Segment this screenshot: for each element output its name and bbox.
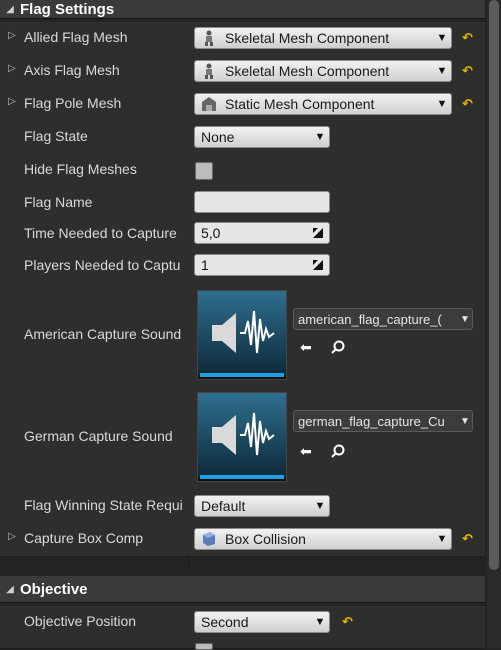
row-time-needed: Time Needed to Capture 5,0 bbox=[0, 218, 485, 251]
browse-search-icon[interactable] bbox=[330, 339, 346, 358]
reset-to-default-icon[interactable]: ↶ bbox=[462, 96, 473, 112]
use-selected-arrow-icon[interactable]: ⬅ bbox=[300, 339, 312, 356]
sound-wave-icon bbox=[198, 291, 286, 375]
property-label: Flag Name bbox=[24, 194, 93, 210]
row-allied-flag-mesh: ▷ Allied Flag Mesh Skeletal Mesh Compone… bbox=[0, 22, 485, 56]
row-axis-flag-mesh: ▷ Axis Flag Mesh Skeletal Mesh Component… bbox=[0, 55, 485, 89]
box-collision-icon bbox=[199, 531, 219, 547]
drag-resize-icon[interactable] bbox=[313, 260, 323, 270]
section-title: Flag Settings bbox=[20, 0, 115, 18]
section-header-objective[interactable]: ◢ Objective bbox=[0, 576, 485, 603]
flag-winning-state-combo[interactable]: Default ▼ bbox=[194, 495, 330, 517]
chevron-down-icon: ▼ bbox=[436, 533, 448, 545]
section-title: Objective bbox=[20, 580, 88, 598]
row-capture-box-comp: ▷ Capture Box Comp Box Collision ▼ ↶ bbox=[0, 523, 485, 557]
property-label: Time Needed to Capture bbox=[24, 225, 177, 241]
capture-box-comp-combo[interactable]: Box Collision ▼ bbox=[194, 528, 452, 550]
chevron-down-icon: ▼ bbox=[436, 32, 448, 44]
axis-flag-mesh-combo[interactable]: Skeletal Mesh Component ▼ bbox=[194, 60, 452, 82]
reset-to-default-icon[interactable]: ↶ bbox=[462, 531, 473, 547]
row-players-needed: Players Needed to Captu 1 bbox=[0, 250, 485, 283]
row-hide-flag-meshes: Hide Flag Meshes bbox=[0, 154, 485, 188]
collapse-triangle-icon[interactable]: ◢ bbox=[0, 584, 20, 595]
reset-to-default-icon[interactable]: ↶ bbox=[342, 614, 353, 630]
row-flag-winning-state: Flag Winning State Requi Default ▼ bbox=[0, 490, 485, 524]
objective-position-combo[interactable]: Second ▼ bbox=[194, 611, 330, 633]
drag-resize-icon[interactable] bbox=[313, 228, 323, 238]
allied-flag-mesh-combo[interactable]: Skeletal Mesh Component ▼ bbox=[194, 27, 452, 49]
german-sound-asset-combo[interactable]: german_flag_capture_Cu ▼ bbox=[293, 410, 473, 432]
chevron-down-icon: ▼ bbox=[314, 500, 326, 512]
property-label: Flag Winning State Requi bbox=[24, 497, 183, 513]
property-label: Objective Position bbox=[24, 613, 137, 629]
chevron-down-icon: ▼ bbox=[436, 65, 448, 77]
skeletal-mesh-icon bbox=[199, 63, 219, 79]
row-german-capture-sound: German Capture Sound german_flag_capture… bbox=[0, 384, 485, 491]
time-needed-input[interactable]: 5,0 bbox=[194, 222, 330, 244]
skeletal-mesh-icon bbox=[199, 30, 219, 46]
chevron-down-icon: ▼ bbox=[314, 616, 326, 628]
chevron-down-icon: ▼ bbox=[314, 131, 326, 143]
property-label: Players Needed to Captu bbox=[24, 257, 181, 273]
expand-arrow-icon[interactable]: ▷ bbox=[8, 96, 16, 107]
use-selected-arrow-icon[interactable]: ⬅ bbox=[300, 443, 312, 460]
row-flag-state: Flag State None ▼ bbox=[0, 121, 485, 155]
property-label: Flag State bbox=[24, 128, 88, 144]
browse-search-icon[interactable] bbox=[330, 443, 346, 462]
property-label: German Capture Sound bbox=[24, 428, 173, 444]
asset-type-bar bbox=[200, 475, 284, 479]
expand-arrow-icon[interactable]: ▷ bbox=[8, 63, 16, 74]
vertical-scrollbar[interactable] bbox=[487, 0, 501, 648]
property-label: Hide Flag Meshes bbox=[24, 161, 137, 177]
chevron-down-icon: ▼ bbox=[460, 313, 470, 325]
flag-state-combo[interactable]: None ▼ bbox=[194, 126, 330, 148]
reset-to-default-icon[interactable]: ↶ bbox=[462, 30, 473, 46]
partial-checkbox[interactable] bbox=[195, 643, 213, 650]
flag-name-input[interactable] bbox=[194, 191, 330, 213]
sound-asset-thumbnail[interactable] bbox=[197, 392, 287, 482]
property-label: American Capture Sound bbox=[24, 326, 182, 342]
sound-wave-icon bbox=[198, 393, 286, 477]
property-label: Allied Flag Mesh bbox=[24, 29, 128, 45]
property-label: Capture Box Comp bbox=[24, 530, 144, 546]
row-objective-position: Objective Position Second ▼ ↶ bbox=[0, 606, 485, 640]
players-needed-input[interactable]: 1 bbox=[194, 254, 330, 276]
sound-asset-thumbnail[interactable] bbox=[197, 290, 287, 380]
property-label: Axis Flag Mesh bbox=[24, 62, 120, 78]
collapse-triangle-icon[interactable]: ◢ bbox=[0, 4, 20, 15]
section-header-flag-settings[interactable]: ◢ Flag Settings bbox=[0, 0, 485, 19]
row-american-capture-sound: American Capture Sound american_flag_cap… bbox=[0, 282, 485, 385]
expand-arrow-icon[interactable]: ▷ bbox=[8, 531, 16, 542]
scrollbar-thumb[interactable] bbox=[489, 0, 499, 570]
flag-pole-mesh-combo[interactable]: Static Mesh Component ▼ bbox=[194, 93, 452, 115]
details-panel: ◢ Flag Settings ▷ Allied Flag Mesh Skele… bbox=[0, 0, 501, 650]
hide-flag-meshes-checkbox[interactable] bbox=[195, 162, 213, 180]
asset-type-bar bbox=[200, 373, 284, 377]
row-flag-pole-mesh: ▷ Flag Pole Mesh Static Mesh Component ▼… bbox=[0, 88, 485, 122]
american-sound-asset-combo[interactable]: american_flag_capture_( ▼ bbox=[293, 308, 473, 330]
property-label: Flag Pole Mesh bbox=[24, 95, 122, 111]
row-flag-name: Flag Name bbox=[0, 187, 485, 219]
expand-arrow-icon[interactable]: ▷ bbox=[8, 30, 16, 41]
static-mesh-icon bbox=[199, 96, 219, 112]
chevron-down-icon: ▼ bbox=[436, 98, 448, 110]
chevron-down-icon: ▼ bbox=[460, 415, 470, 427]
reset-to-default-icon[interactable]: ↶ bbox=[462, 63, 473, 79]
